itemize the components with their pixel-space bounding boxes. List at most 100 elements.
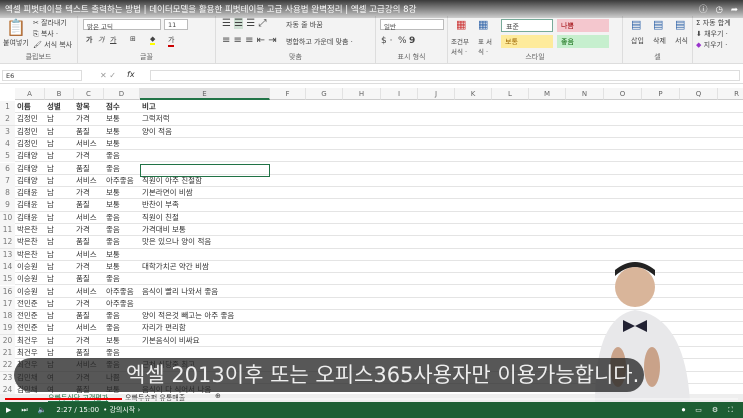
row-header[interactable]: 11 [0, 224, 15, 236]
cell[interactable]: 남 [45, 249, 54, 261]
cell[interactable]: 남 [45, 175, 54, 187]
cell[interactable]: 김태양 [15, 175, 38, 187]
volume-icon[interactable]: 🔈 [38, 406, 47, 414]
style-normal[interactable]: 표준 [501, 19, 553, 32]
comma-button[interactable]: 9 [409, 36, 415, 46]
column-header-G[interactable]: G [306, 88, 343, 100]
cell[interactable]: 직원이 친절 [140, 212, 179, 224]
cell[interactable]: 남 [45, 322, 54, 334]
cell[interactable]: 남 [45, 199, 54, 211]
row-header[interactable]: 16 [0, 285, 15, 298]
cell[interactable]: 좋음 [104, 163, 120, 175]
cell[interactable]: 좋음 [104, 273, 120, 285]
style-bad[interactable]: 나쁨 [557, 19, 609, 32]
cell[interactable]: 서비스 [74, 249, 97, 261]
cell[interactable]: 아주좋음 [104, 298, 134, 310]
column-header-I[interactable]: I [381, 88, 418, 100]
column-header-H[interactable]: H [343, 88, 381, 100]
cell[interactable]: 김정민 [15, 113, 38, 125]
wrap-text-button[interactable]: 자동 줄 바꿈 [286, 20, 323, 30]
cell[interactable]: 기본라면이 비쌈 [140, 187, 193, 199]
cell[interactable]: 남 [45, 187, 54, 199]
cell[interactable]: 김태양 [15, 150, 38, 162]
row-header[interactable]: 20 [0, 334, 15, 347]
border-icon[interactable]: ⊞ [130, 35, 136, 43]
cell[interactable]: 이승원 [15, 273, 38, 285]
cell[interactable]: 좋음 [104, 150, 120, 162]
cell[interactable]: 양이 적음 [140, 126, 172, 138]
cell[interactable]: 가격 [74, 113, 90, 125]
cell[interactable]: 항목 [74, 101, 90, 113]
column-header-F[interactable]: F [270, 88, 306, 100]
column-header-O[interactable]: O [604, 88, 642, 100]
cell[interactable]: 전민준 [15, 310, 38, 322]
cell[interactable]: 남 [45, 335, 54, 347]
bold-button[interactable]: 가 [86, 35, 92, 45]
cell[interactable]: 그럭저럭 [140, 113, 170, 125]
row-header[interactable]: 2 [0, 113, 15, 126]
cell[interactable]: 남 [45, 150, 54, 162]
cell[interactable]: 좋음 [104, 310, 120, 322]
cell[interactable]: 품질 [74, 163, 90, 175]
cell[interactable]: 박은찬 [15, 224, 38, 236]
cell[interactable]: 이승원 [15, 261, 38, 273]
info-icon[interactable]: ⓘ [699, 5, 708, 15]
fill-button[interactable]: ⬇ 채우기 · [696, 29, 728, 39]
style-neutral[interactable]: 보통 [501, 35, 553, 48]
cell[interactable]: 김정민 [15, 126, 38, 138]
cell[interactable]: 보통 [104, 113, 120, 125]
cell[interactable]: 가격 [74, 224, 90, 236]
active-cell-e6[interactable] [140, 164, 270, 177]
row-header[interactable]: 14 [0, 260, 15, 273]
delete-button[interactable]: 삭제 [653, 36, 666, 46]
cell[interactable]: 남 [45, 261, 54, 273]
cell[interactable]: 품질 [74, 310, 90, 322]
style-good[interactable]: 좋음 [557, 35, 609, 48]
cell[interactable]: 가격 [74, 187, 90, 199]
font-color-icon[interactable]: 가 [168, 35, 175, 47]
insert-button[interactable]: 삽입 [631, 36, 644, 46]
italic-button[interactable]: 가 [98, 35, 104, 45]
column-header-R[interactable]: R [718, 88, 743, 100]
column-header-J[interactable]: J [418, 88, 455, 100]
cell[interactable]: 김태양 [15, 163, 38, 175]
formula-input[interactable] [150, 70, 740, 81]
cell[interactable]: 가격 [74, 335, 90, 347]
cell[interactable]: 자리가 편리함 [140, 322, 186, 334]
row-header[interactable]: 3 [0, 125, 15, 138]
cell[interactable]: 김태윤 [15, 187, 38, 199]
cell[interactable]: 품질 [74, 273, 90, 285]
cell[interactable]: 보통 [104, 126, 120, 138]
percent-button[interactable]: % [398, 36, 407, 46]
cell[interactable]: 음식이 빨리 나와서 좋음 [140, 286, 218, 298]
cell[interactable]: 비고 [140, 101, 156, 113]
cell[interactable]: 보통 [104, 261, 120, 273]
cell[interactable]: 보통 [104, 335, 120, 347]
font-name-select[interactable]: 맑은 고딕 [83, 19, 161, 31]
cell[interactable]: 남 [45, 138, 54, 150]
row-header[interactable]: 21 [0, 347, 15, 359]
next-icon[interactable]: ⏭ [21, 406, 27, 415]
cell[interactable]: 서비스 [74, 322, 97, 334]
cell[interactable]: 이름 [15, 101, 31, 113]
cell[interactable]: 이승원 [15, 286, 38, 298]
chapter-title[interactable]: • 강의시작 › [103, 405, 140, 415]
cell[interactable]: 기본음식이 비싸요 [140, 335, 200, 347]
column-header-D[interactable]: D [104, 88, 140, 100]
cell[interactable]: 남 [45, 212, 54, 224]
cell[interactable]: 품질 [74, 236, 90, 248]
cell[interactable]: 서비스 [74, 212, 97, 224]
cell[interactable]: 가격 [74, 261, 90, 273]
cell[interactable]: 남 [45, 236, 54, 248]
cell[interactable]: 전민준 [15, 298, 38, 310]
paste-button[interactable]: 붙여넣기 [3, 38, 29, 48]
cell[interactable]: 보통 [104, 138, 120, 150]
cell[interactable]: 남 [45, 126, 54, 138]
clear-button[interactable]: ◆ 지우기 · [696, 40, 727, 50]
row-header[interactable]: 19 [0, 322, 15, 335]
row-header[interactable]: 5 [0, 150, 15, 163]
cell[interactable]: 가격 [74, 150, 90, 162]
column-header-C[interactable]: C [74, 88, 104, 100]
cell[interactable]: 좋음 [104, 322, 120, 334]
share-icon[interactable]: ➦ [731, 5, 738, 15]
